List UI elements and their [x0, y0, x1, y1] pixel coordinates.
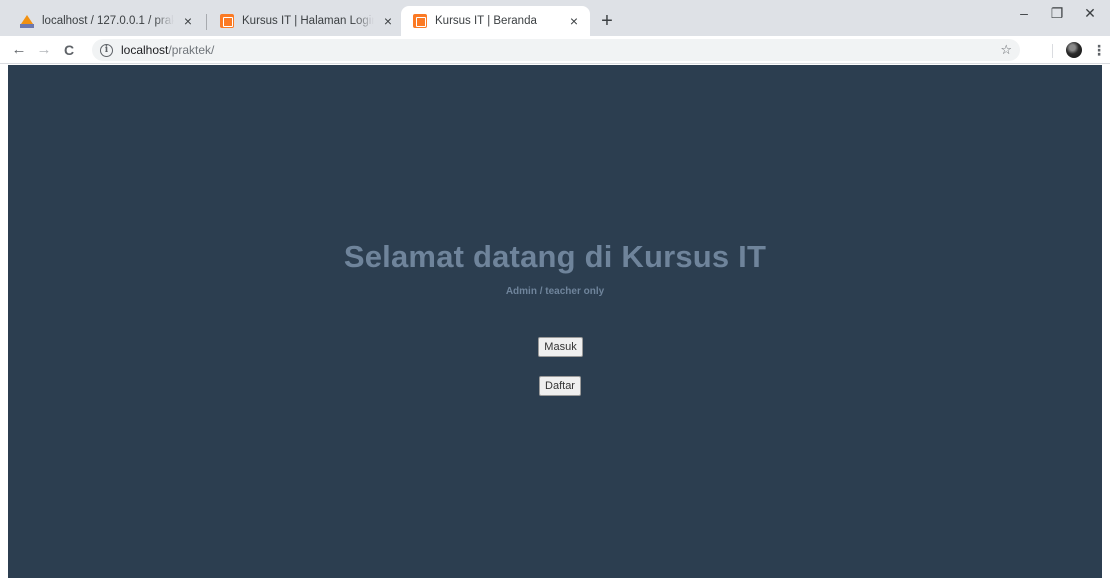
tab-title: Kursus IT | Halaman Login [242, 15, 374, 27]
tab-title: Kursus IT | Beranda [435, 15, 537, 27]
tab-divider [206, 14, 207, 30]
browser-toolbar: ← → C i localhost/praktek/ ☆ ⋮ [0, 36, 1110, 64]
profile-avatar[interactable] [1066, 42, 1082, 58]
page-title: Selamat datang di Kursus IT [343, 239, 767, 274]
tab-login[interactable]: Kursus IT | Halaman Login × [208, 6, 404, 36]
tab-strip: localhost / 127.0.0.1 / praktek / g × Ku… [0, 0, 1110, 36]
tab-phpmyadmin[interactable]: localhost / 127.0.0.1 / praktek / g × [8, 6, 204, 36]
page-subtitle: Admin / teacher only [505, 286, 605, 297]
close-window-button[interactable]: ✕ [1070, 0, 1110, 30]
toolbar-divider [1052, 44, 1053, 58]
close-icon[interactable]: × [180, 13, 196, 29]
xampp-icon [220, 14, 234, 28]
close-icon[interactable]: × [566, 13, 582, 29]
address-bar[interactable]: i localhost/praktek/ ☆ [92, 39, 1020, 61]
back-button[interactable]: ← [8, 39, 30, 61]
url-host: localhost [121, 43, 169, 57]
menu-icon[interactable]: ⋮ [1092, 39, 1106, 61]
reload-button[interactable]: C [58, 39, 80, 61]
xampp-icon [413, 14, 427, 28]
forward-button[interactable]: → [33, 39, 55, 61]
close-icon[interactable]: × [380, 13, 396, 29]
new-tab-button[interactable]: + [595, 10, 619, 34]
tab-beranda[interactable]: Kursus IT | Beranda × [401, 6, 590, 36]
info-icon[interactable]: i [100, 43, 113, 57]
bookmark-star-icon[interactable]: ☆ [1000, 39, 1012, 61]
browser-window: localhost / 127.0.0.1 / praktek / g × Ku… [0, 0, 1110, 578]
phpmyadmin-icon [20, 14, 34, 28]
hero-section: Selamat datang di Kursus IT Admin / teac… [8, 239, 1102, 297]
tab-title: localhost / 127.0.0.1 / praktek / g [42, 15, 174, 27]
login-button[interactable]: Masuk [538, 337, 583, 357]
url-path: /praktek/ [168, 43, 215, 57]
page-viewport: Selamat datang di Kursus IT Admin / teac… [8, 65, 1102, 578]
register-button[interactable]: Daftar [539, 376, 581, 396]
